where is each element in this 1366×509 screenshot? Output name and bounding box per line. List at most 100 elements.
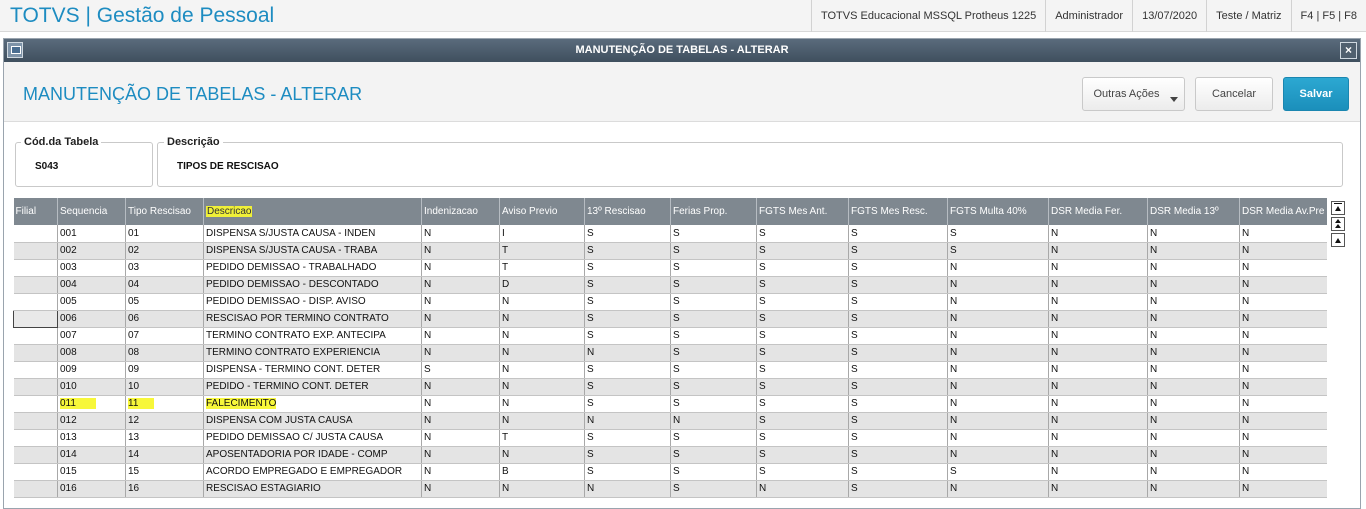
table-cell[interactable]: 13 [125,429,204,447]
table-cell[interactable]: PEDIDO DEMISSAO C/ JUSTA CAUSA [203,429,422,447]
table-cell[interactable]: S [670,293,757,311]
column-header[interactable]: 13º Rescisao [584,198,671,225]
table-cell[interactable]: 06 [125,310,204,328]
table-cell[interactable]: 002 [57,242,126,260]
table-cell[interactable]: DISPENSA - TERMINO CONT. DETER [203,361,422,379]
table-cell[interactable]: N [1147,378,1240,396]
table-cell[interactable]: 01 [125,225,204,243]
table-cell[interactable]: S [584,259,671,277]
table-cell[interactable]: DISPENSA S/JUSTA CAUSA - INDEN [203,225,422,243]
column-header[interactable]: DSR Media 13º [1147,198,1240,225]
table-cell[interactable]: S [848,480,948,498]
close-icon[interactable]: × [1340,42,1357,59]
table-cell[interactable]: 013 [57,429,126,447]
table-cell[interactable]: S [947,463,1049,481]
table-cell[interactable]: N [421,463,500,481]
table-cell[interactable]: N [947,344,1049,362]
table-cell[interactable]: N [499,344,585,362]
table-cell[interactable]: N [1147,463,1240,481]
table-cell[interactable]: N [1147,310,1240,328]
table-cell[interactable]: N [421,480,500,498]
table-cell[interactable]: S [848,242,948,260]
table-cell[interactable]: T [499,242,585,260]
table-cell[interactable]: N [1147,225,1240,243]
table-cell[interactable]: S [584,310,671,328]
table-cell[interactable] [13,242,58,260]
column-header[interactable]: Tipo Rescisao [125,198,204,225]
table-cell[interactable]: 012 [57,412,126,430]
table-cell[interactable]: S [670,480,757,498]
table-cell[interactable]: N [1048,378,1148,396]
table-cell[interactable]: S [848,310,948,328]
table-cell[interactable]: 09 [125,361,204,379]
table-cell[interactable]: N [947,310,1049,328]
table-cell[interactable]: N [1147,446,1240,464]
table-cell[interactable]: 07 [125,327,204,345]
table-cell[interactable]: 010 [57,378,126,396]
table-cell[interactable]: S [848,361,948,379]
table-cell[interactable]: S [584,293,671,311]
table-cell[interactable]: S [584,242,671,260]
table-cell[interactable]: DISPENSA COM JUSTA CAUSA [203,412,422,430]
table-cell[interactable]: 015 [57,463,126,481]
table-cell[interactable]: N [1048,327,1148,345]
table-cell[interactable]: 10 [125,378,204,396]
table-row[interactable]: 016 16 RESCISAO ESTAGIARIO N N N S N S N N N N [13,480,1327,498]
table-cell[interactable]: S [670,378,757,396]
table-cell[interactable]: S [670,225,757,243]
table-row[interactable]: 013 13 PEDIDO DEMISSAO C/ JUSTA CAUSA N T S S S… [13,429,1327,447]
table-cell[interactable]: S [848,378,948,396]
table-cell[interactable]: 16 [125,480,204,498]
table-cell[interactable]: S [848,429,948,447]
table-cell[interactable]: S [670,395,757,413]
table-cell[interactable]: N [499,395,585,413]
table-cell[interactable]: N [1239,378,1327,396]
table-cell[interactable]: N [1239,327,1327,345]
table-cell[interactable]: S [756,361,849,379]
table-cell[interactable]: 009 [57,361,126,379]
table-cell[interactable]: S [756,412,849,430]
table-row[interactable]: 006 06 RESCISAO POR TERMINO CONTRATO N N S S S S… [13,309,1327,328]
table-cell[interactable]: S [848,225,948,243]
table-cell[interactable]: N [947,446,1049,464]
table-cell[interactable]: S [756,259,849,277]
table-cell[interactable]: S [848,344,948,362]
table-cell[interactable]: N [499,480,585,498]
env-user[interactable]: Administrador [1045,0,1132,32]
table-cell[interactable] [13,378,58,396]
table-cell[interactable]: S [670,242,757,260]
column-header[interactable]: DSR Media Av.Pre [1239,198,1327,225]
table-cell[interactable]: N [1048,259,1148,277]
table-cell[interactable]: I [499,225,585,243]
column-header[interactable]: FGTS Mes Resc. [848,198,948,225]
cancel-button[interactable]: Cancelar [1195,77,1273,111]
table-cell[interactable]: N [1239,293,1327,311]
table-cell[interactable]: N [1048,276,1148,294]
table-cell[interactable]: S [848,259,948,277]
table-cell[interactable]: N [1239,242,1327,260]
table-cell[interactable]: N [421,395,500,413]
column-header[interactable]: FGTS Mes Ant. [756,198,849,225]
column-header[interactable]: Ferias Prop. [670,198,757,225]
table-cell[interactable]: S [584,276,671,294]
env-date[interactable]: 13/07/2020 [1132,0,1206,32]
table-cell[interactable]: S [670,259,757,277]
table-cell[interactable]: 016 [57,480,126,498]
table-cell[interactable]: N [1239,480,1327,498]
table-cell[interactable]: S [756,446,849,464]
table-cell[interactable]: S [756,344,849,362]
table-cell[interactable]: N [1147,429,1240,447]
table-cell[interactable] [13,225,58,243]
table-cell[interactable]: S [756,429,849,447]
table-cell[interactable] [13,327,58,345]
table-cell[interactable]: RESCISAO ESTAGIARIO [203,480,422,498]
table-cell[interactable]: S [848,276,948,294]
table-cell[interactable]: S [947,225,1049,243]
table-cell[interactable]: N [947,429,1049,447]
table-cell[interactable]: N [1147,395,1240,413]
table-cell[interactable]: PEDIDO DEMISSAO - DISP. AVISO [203,293,422,311]
table-cell[interactable] [13,463,58,481]
table-cell[interactable]: B [499,463,585,481]
table-cell[interactable]: 14 [125,446,204,464]
table-cell[interactable]: ACORDO EMPREGADO E EMPREGADOR [203,463,422,481]
